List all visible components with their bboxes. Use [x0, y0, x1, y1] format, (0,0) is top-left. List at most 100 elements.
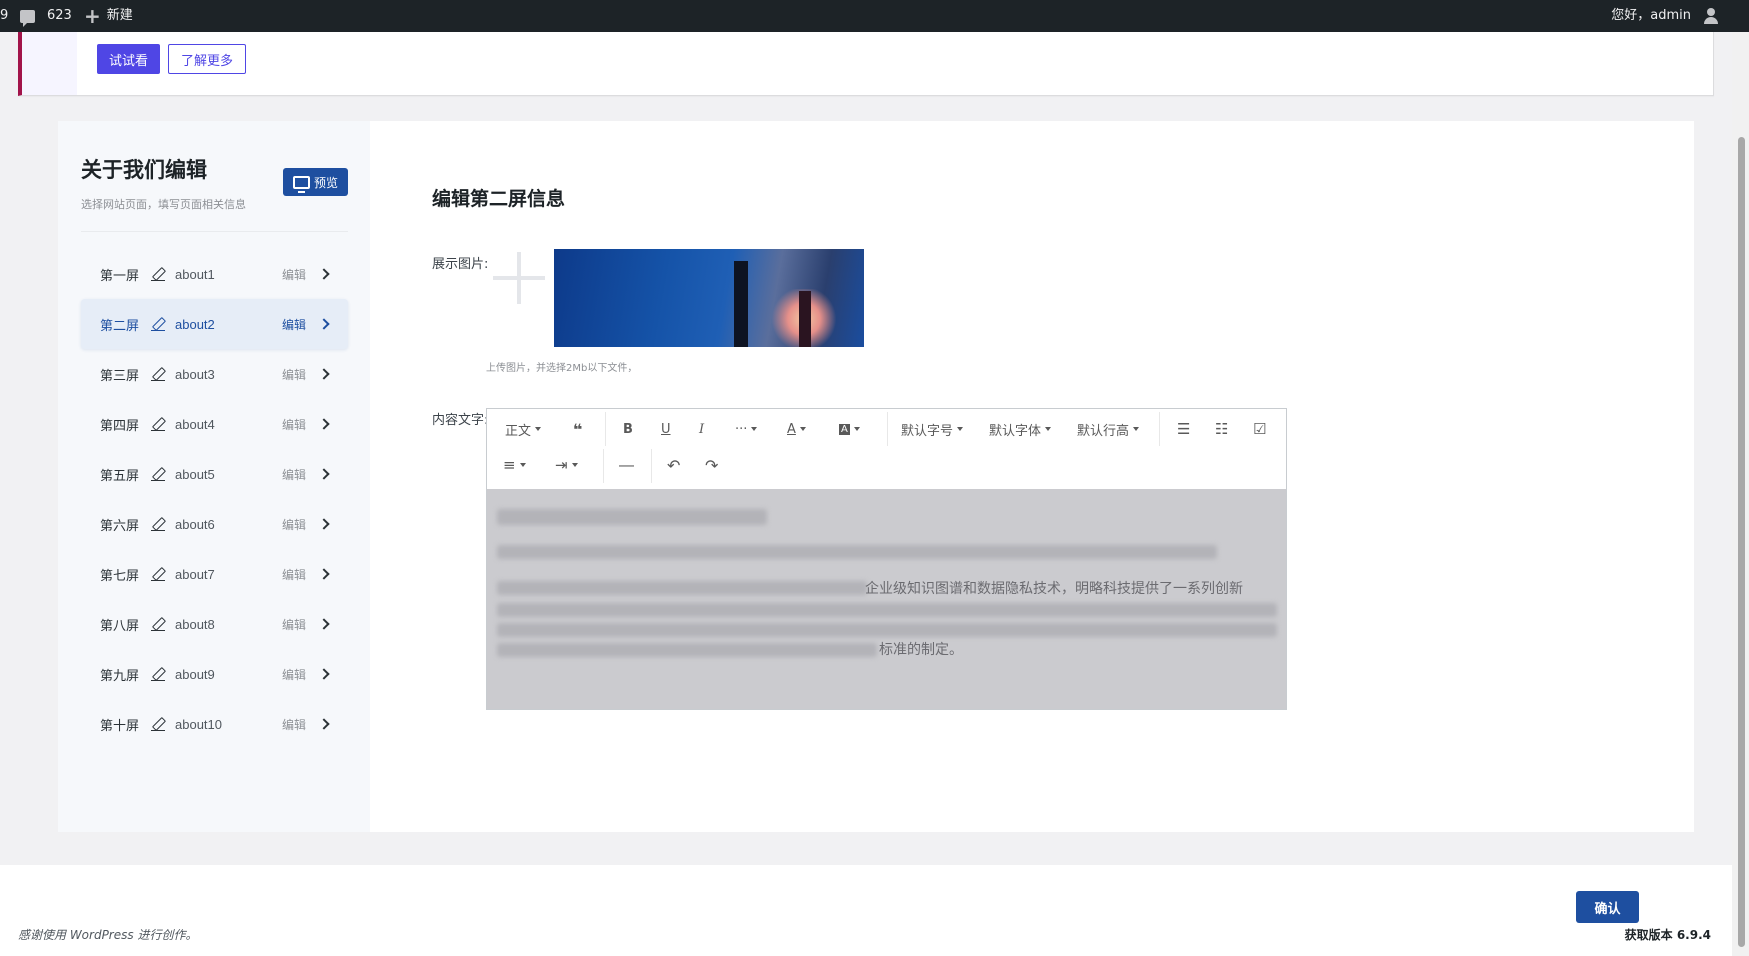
pencil-icon [151, 267, 165, 281]
sidebar: 关于我们编辑 选择网站页面，填写页面相关信息 预览 第一屏 about1 编辑 第二屏… [58, 121, 370, 832]
editor-toolbar: 正文 ❝ B U I ··· A A 默认字号 默认字体 默认行高 ☰ ☷ ☑ … [487, 409, 1286, 489]
footer-thanks: 感谢使用 WordPress 进行创作。 [18, 928, 198, 942]
sidebar-item-about4[interactable]: 第四屏 about4 编辑 [81, 399, 348, 449]
sidebar-item-about1[interactable]: 第一屏 about1 编辑 [81, 249, 348, 299]
pencil-icon [151, 467, 165, 481]
chevron-right-icon [318, 568, 330, 580]
sidebar-subtitle: 选择网站页面，填写页面相关信息 [81, 198, 246, 211]
footer-area [0, 865, 1732, 956]
upload-plus-icon[interactable] [486, 245, 552, 311]
sidebar-item-about5[interactable]: 第五屏 about5 编辑 [81, 449, 348, 499]
adminbar-left-fragment[interactable]: 9 [0, 0, 8, 32]
edit-link[interactable]: 编辑 [282, 366, 306, 383]
preview-button[interactable]: 预览 [283, 168, 348, 196]
comments-link[interactable]: 623 [20, 0, 72, 32]
pencil-icon [151, 717, 165, 731]
screen-name: 第四屏 [100, 418, 140, 434]
toolbar-separator [1159, 412, 1160, 446]
edit-link[interactable]: 编辑 [282, 716, 306, 733]
edit-link[interactable]: 编辑 [282, 516, 306, 533]
blurred-text [497, 623, 1277, 637]
confirm-button[interactable]: 确认 [1576, 891, 1639, 923]
new-label: 新建 [106, 8, 133, 23]
learn-more-button[interactable]: 了解更多 [168, 44, 246, 74]
adminbar-left-text: 9 [0, 8, 9, 23]
divider-icon[interactable]: ― [619, 455, 634, 475]
blurred-text [497, 545, 1217, 559]
sidebar-item-about9[interactable]: 第九屏 about9 编辑 [81, 649, 348, 699]
screen-name: 第九屏 [100, 668, 140, 684]
toolbar-separator [605, 412, 606, 446]
image-label: 展示图片: [432, 257, 489, 272]
screen-name: 第二屏 [100, 318, 140, 334]
screen-slug: about10 [175, 716, 222, 732]
try-button[interactable]: 试试看 [97, 44, 160, 74]
editor-content[interactable]: 企业级知识图谱和数据隐私技术，明略科技提供了一系列创新 标准的制定。 [487, 489, 1286, 709]
align-icon[interactable]: ≡ [503, 455, 526, 475]
chevron-right-icon [318, 618, 330, 630]
edit-link[interactable]: 编辑 [282, 266, 306, 283]
chevron-right-icon [318, 368, 330, 380]
bold-icon[interactable]: B [623, 419, 633, 439]
upload-hint: 上传图片，并选择2Mb以下文件， [486, 363, 638, 374]
todo-icon[interactable]: ☑ [1253, 419, 1266, 439]
page-scrollbar[interactable] [1732, 32, 1749, 956]
quote-icon[interactable]: ❝ [573, 419, 582, 439]
screen-slug: about3 [175, 366, 215, 382]
screen-slug: about6 [175, 516, 215, 532]
comments-count: 623 [47, 8, 72, 23]
sidebar-item-about6[interactable]: 第六屏 about6 编辑 [81, 499, 348, 549]
chevron-right-icon [318, 268, 330, 280]
scrollbar-thumb[interactable] [1738, 137, 1745, 947]
screen-slug: about8 [175, 616, 215, 632]
more-icon[interactable]: ··· [735, 419, 757, 439]
edit-link[interactable]: 编辑 [282, 616, 306, 633]
new-content-link[interactable]: + 新建 [84, 0, 133, 32]
font-size-select[interactable]: 默认字号 [901, 419, 963, 439]
monitor-icon [292, 175, 310, 193]
blurred-text [497, 603, 1277, 617]
paragraph-select[interactable]: 正文 [505, 419, 541, 439]
edit-link[interactable]: 编辑 [282, 466, 306, 483]
toolbar-separator [603, 449, 604, 483]
blurred-text [497, 581, 867, 595]
plus-icon: + [84, 4, 101, 28]
content-label: 内容文字: [432, 413, 489, 428]
bg-color-label: A [839, 423, 850, 435]
chevron-right-icon [318, 668, 330, 680]
edit-link[interactable]: 编辑 [282, 416, 306, 433]
preview-label: 预览 [313, 175, 338, 190]
bullet-list-icon[interactable]: ☰ [1177, 419, 1190, 439]
edit-link[interactable]: 编辑 [282, 666, 306, 683]
sidebar-item-about3[interactable]: 第三屏 about3 编辑 [81, 349, 348, 399]
pencil-icon [151, 567, 165, 581]
promo-notice: 试试看 了解更多 [18, 32, 1714, 96]
user-account-link[interactable]: 您好，admin [1611, 0, 1719, 32]
sidebar-item-about8[interactable]: 第八屏 about8 编辑 [81, 599, 348, 649]
screen-name: 第一屏 [100, 268, 140, 284]
chevron-right-icon [318, 318, 330, 330]
display-image[interactable] [554, 249, 864, 347]
font-family-select[interactable]: 默认字体 [989, 419, 1051, 439]
edit-link[interactable]: 编辑 [282, 566, 306, 583]
undo-icon[interactable]: ↶ [667, 455, 680, 475]
underline-icon[interactable]: U [661, 419, 671, 439]
numbered-list-icon[interactable]: ☷ [1215, 419, 1228, 439]
bg-color-icon[interactable]: A [839, 419, 860, 439]
font-color-icon[interactable]: A [787, 419, 806, 439]
user-greeting: 您好，admin [1611, 8, 1691, 23]
indent-icon[interactable]: ⇥ [555, 455, 578, 475]
image-figure-2 [799, 291, 811, 347]
line-height-select[interactable]: 默认行高 [1077, 419, 1139, 439]
admin-bar: 9 623 + 新建 您好，admin [0, 0, 1749, 32]
italic-icon[interactable]: I [699, 419, 704, 439]
sidebar-item-about10[interactable]: 第十屏 about10 编辑 [81, 699, 348, 749]
edit-link[interactable]: 编辑 [282, 316, 306, 333]
sidebar-item-about2[interactable]: 第二屏 about2 编辑 [81, 299, 348, 349]
sidebar-divider [81, 231, 348, 232]
section-title: 编辑第二屏信息 [432, 188, 566, 210]
visible-text-fragment: 标准的制定。 [879, 642, 963, 658]
redo-icon[interactable]: ↷ [705, 455, 718, 475]
sidebar-item-about7[interactable]: 第七屏 about7 编辑 [81, 549, 348, 599]
pencil-icon [151, 367, 165, 381]
